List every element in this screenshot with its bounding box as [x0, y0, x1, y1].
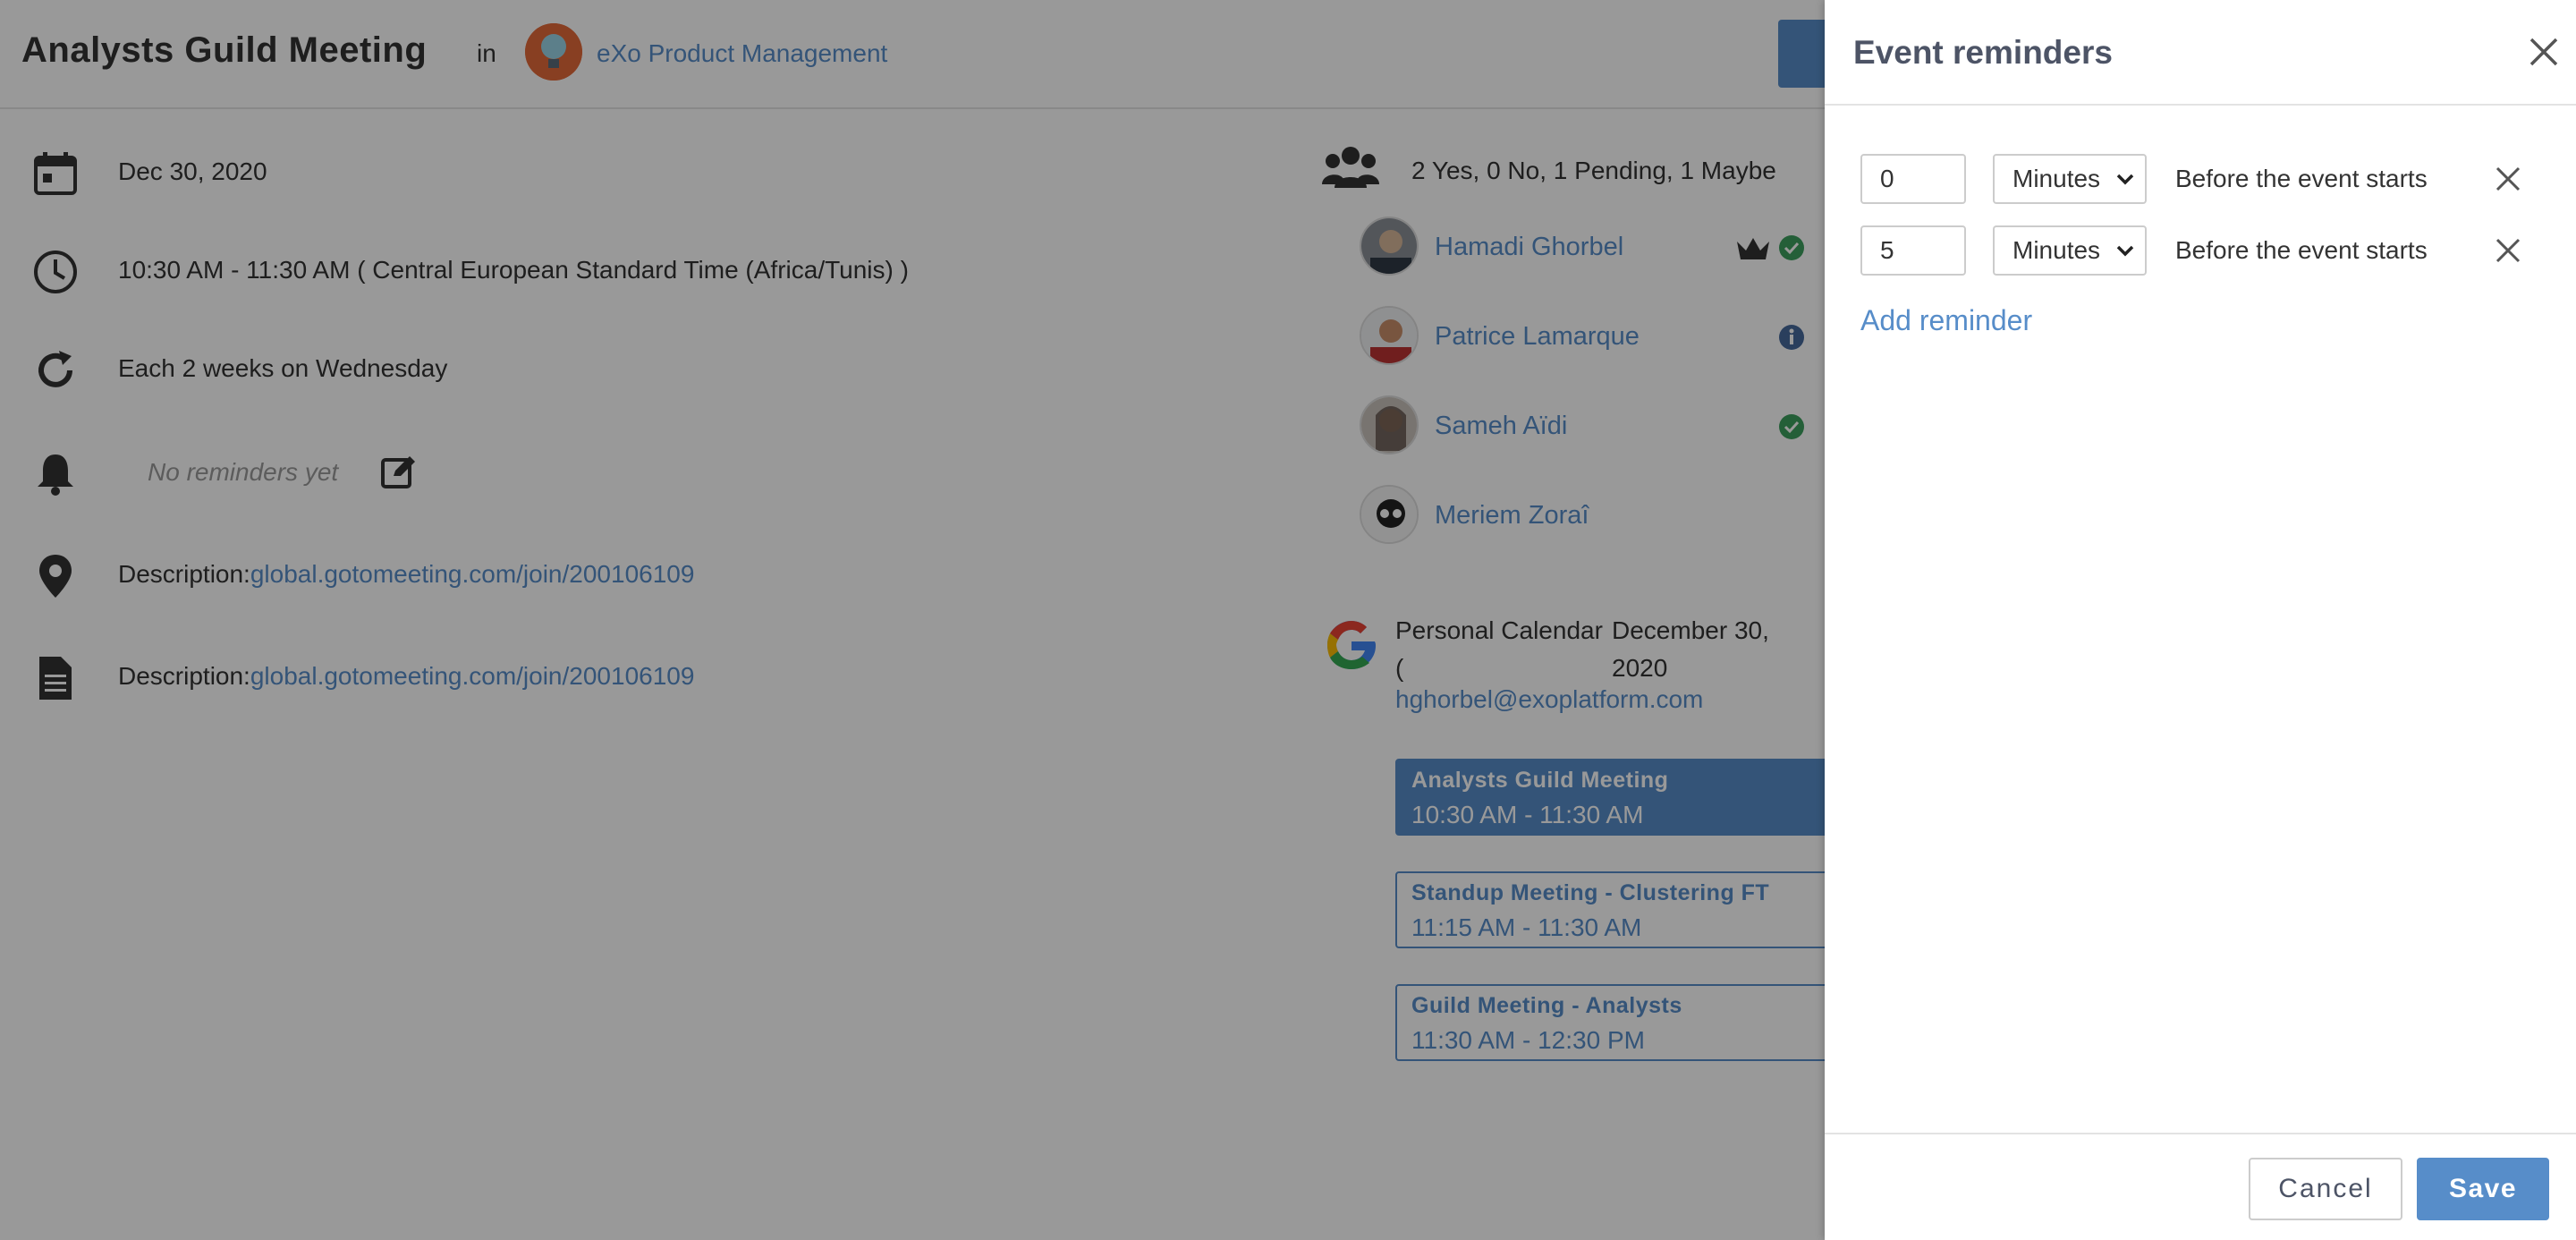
reminder-row: Minutes Before the event starts	[1825, 154, 2522, 206]
chevron-down-icon	[2116, 245, 2134, 257]
modal-overlay[interactable]	[0, 0, 1825, 1240]
cancel-button[interactable]: Cancel	[2249, 1158, 2402, 1220]
drawer-header: Event reminders	[1825, 0, 2576, 106]
remove-reminder-icon[interactable]	[2492, 163, 2524, 195]
close-icon[interactable]	[2524, 32, 2563, 72]
remove-reminder-icon[interactable]	[2492, 234, 2524, 267]
reminder-label: Before the event starts	[2175, 236, 2428, 264]
reminder-label: Before the event starts	[2175, 165, 2428, 192]
reminder-unit-select[interactable]: Minutes	[1993, 154, 2147, 204]
reminder-row: Minutes Before the event starts	[1825, 225, 2522, 277]
add-reminder-link[interactable]: Add reminder	[1860, 304, 2032, 337]
reminder-value-input[interactable]	[1860, 225, 1966, 276]
event-reminders-drawer: Event reminders Minutes Before the event…	[1825, 0, 2576, 1240]
reminder-unit-value: Minutes	[2012, 165, 2101, 192]
reminder-unit-select[interactable]: Minutes	[1993, 225, 2147, 276]
chevron-down-icon	[2116, 174, 2134, 185]
reminder-value-input[interactable]	[1860, 154, 1966, 204]
drawer-footer: Cancel Save	[1825, 1133, 2576, 1240]
drawer-title: Event reminders	[1853, 34, 2113, 71]
reminder-unit-value: Minutes	[2012, 236, 2101, 264]
save-button[interactable]: Save	[2417, 1158, 2549, 1220]
